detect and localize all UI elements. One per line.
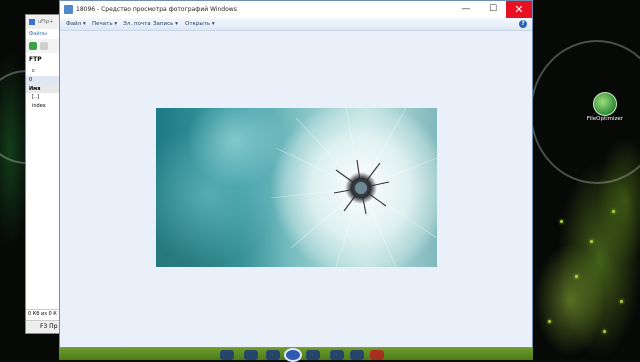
sparkle: [548, 320, 551, 323]
dandelion-image: [270, 108, 437, 267]
sparkle: [575, 275, 578, 278]
fileoptimizer-icon[interactable]: [593, 92, 617, 116]
sparkle: [590, 240, 593, 243]
toolbar-icon[interactable]: [40, 42, 48, 50]
menu-file[interactable]: Файл ▾: [66, 18, 86, 30]
menu-burn[interactable]: Запись ▾: [153, 18, 178, 30]
command-bar: Файл ▾ Печать ▾ Эл. почта Запись ▾ Откры…: [60, 18, 532, 31]
window-title: 18096 - Средство просмотра фотографий Wi…: [76, 6, 237, 13]
sparkle: [560, 220, 563, 223]
sparkle: [620, 300, 623, 303]
menu-open[interactable]: Открыть ▾: [185, 18, 215, 30]
actual-size-icon[interactable]: [244, 350, 258, 360]
file-manager-title: uFtp+: [38, 19, 54, 25]
app-icon: [29, 19, 35, 25]
photo-viewer-window[interactable]: 18096 - Средство просмотра фотографий Wi…: [59, 0, 533, 348]
zoom-icon[interactable]: [220, 350, 234, 360]
menu-print[interactable]: Печать ▾: [92, 18, 117, 30]
column-name-label: Имя: [29, 86, 41, 92]
rotate-right-icon[interactable]: [350, 350, 364, 360]
menu-email[interactable]: Эл. почта: [123, 18, 151, 30]
close-button[interactable]: ✕: [506, 1, 532, 18]
delete-icon[interactable]: [370, 350, 384, 360]
sparkle: [603, 330, 606, 333]
refresh-icon[interactable]: [29, 42, 37, 50]
photo-viewer-icon: [64, 5, 73, 14]
rotate-left-icon[interactable]: [330, 350, 344, 360]
drive-c[interactable]: c: [32, 68, 35, 74]
previous-icon[interactable]: [266, 350, 280, 360]
maximize-button[interactable]: ☐: [480, 1, 506, 18]
titlebar[interactable]: 18096 - Средство просмотра фотографий Wi…: [60, 1, 532, 18]
drive-value: 0: [29, 77, 33, 83]
next-icon[interactable]: [306, 350, 320, 360]
help-icon[interactable]: ?: [519, 20, 527, 28]
minimize-button[interactable]: —: [453, 1, 479, 18]
desktop-icon-label[interactable]: FileOptimizer: [580, 116, 630, 122]
ftp-text: FTP: [29, 56, 42, 63]
sparkle: [612, 210, 615, 213]
displayed-photo: [156, 108, 437, 267]
